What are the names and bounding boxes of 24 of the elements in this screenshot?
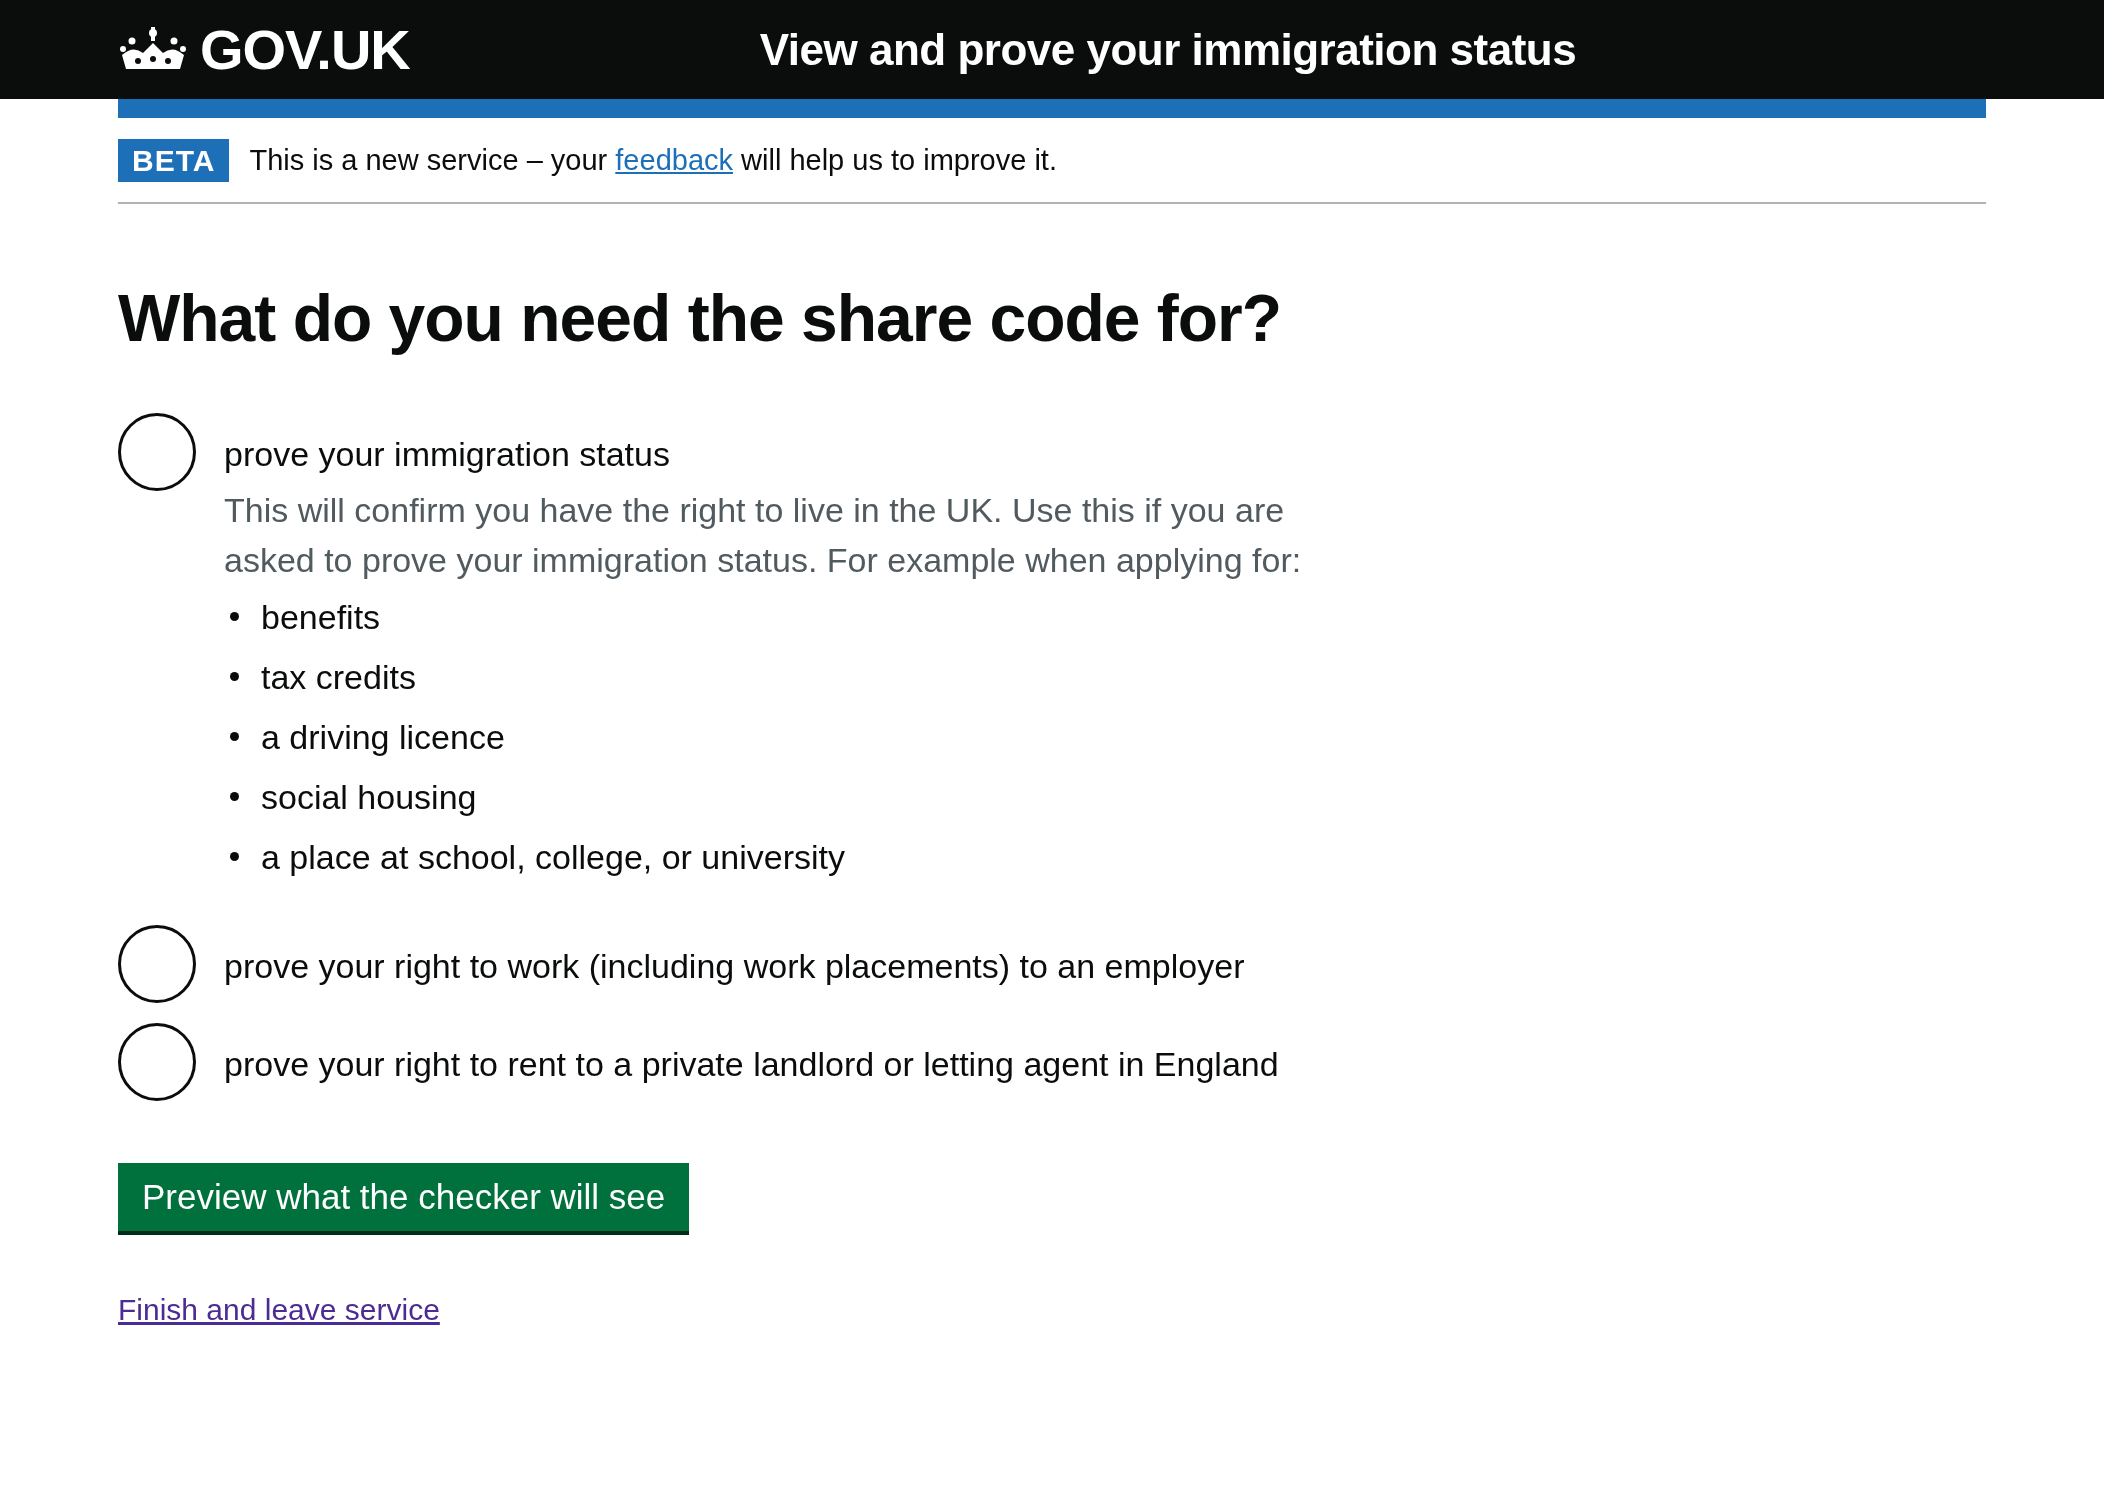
exit-link[interactable]: Finish and leave service — [118, 1292, 440, 1327]
radio-label[interactable]: prove your right to work (including work placements) to an employer — [224, 946, 1245, 985]
radio-label[interactable]: prove your right to rent to a private landlord or letting agent in England — [224, 1044, 1279, 1083]
radio-label[interactable]: prove your immigration status — [224, 434, 670, 473]
feedback-link[interactable]: feedback — [615, 144, 733, 176]
bullet-icon — [230, 672, 239, 682]
bullet-icon — [230, 852, 239, 862]
list-item: a driving licence — [261, 716, 505, 758]
radio-button[interactable] — [118, 1022, 196, 1101]
list-item: tax credits — [261, 656, 416, 698]
list-item: social housing — [261, 776, 477, 818]
page-heading: What do you need the share code for? — [118, 282, 1283, 355]
bullet-icon — [230, 792, 239, 802]
radio-button[interactable] — [118, 924, 196, 1003]
service-name-link[interactable]: View and prove your immigration status — [759, 24, 1577, 75]
bullet-icon — [230, 612, 239, 622]
list-item: a place at school, college, or university — [261, 836, 845, 878]
phase-banner-text: This is a new service – your feedback will help us to improve it. — [249, 144, 1057, 177]
bullet-icon — [230, 732, 239, 742]
hint-text: This will confirm you have the right to live in the UK. Use this if you are asked to prove your immigration status. For example when applying for: — [224, 489, 1303, 581]
radio-button[interactable] — [118, 412, 196, 491]
list-item: benefits — [261, 596, 381, 638]
phase-tag: BETA — [118, 139, 230, 182]
logo-link[interactable]: GOV.UK — [200, 17, 410, 82]
